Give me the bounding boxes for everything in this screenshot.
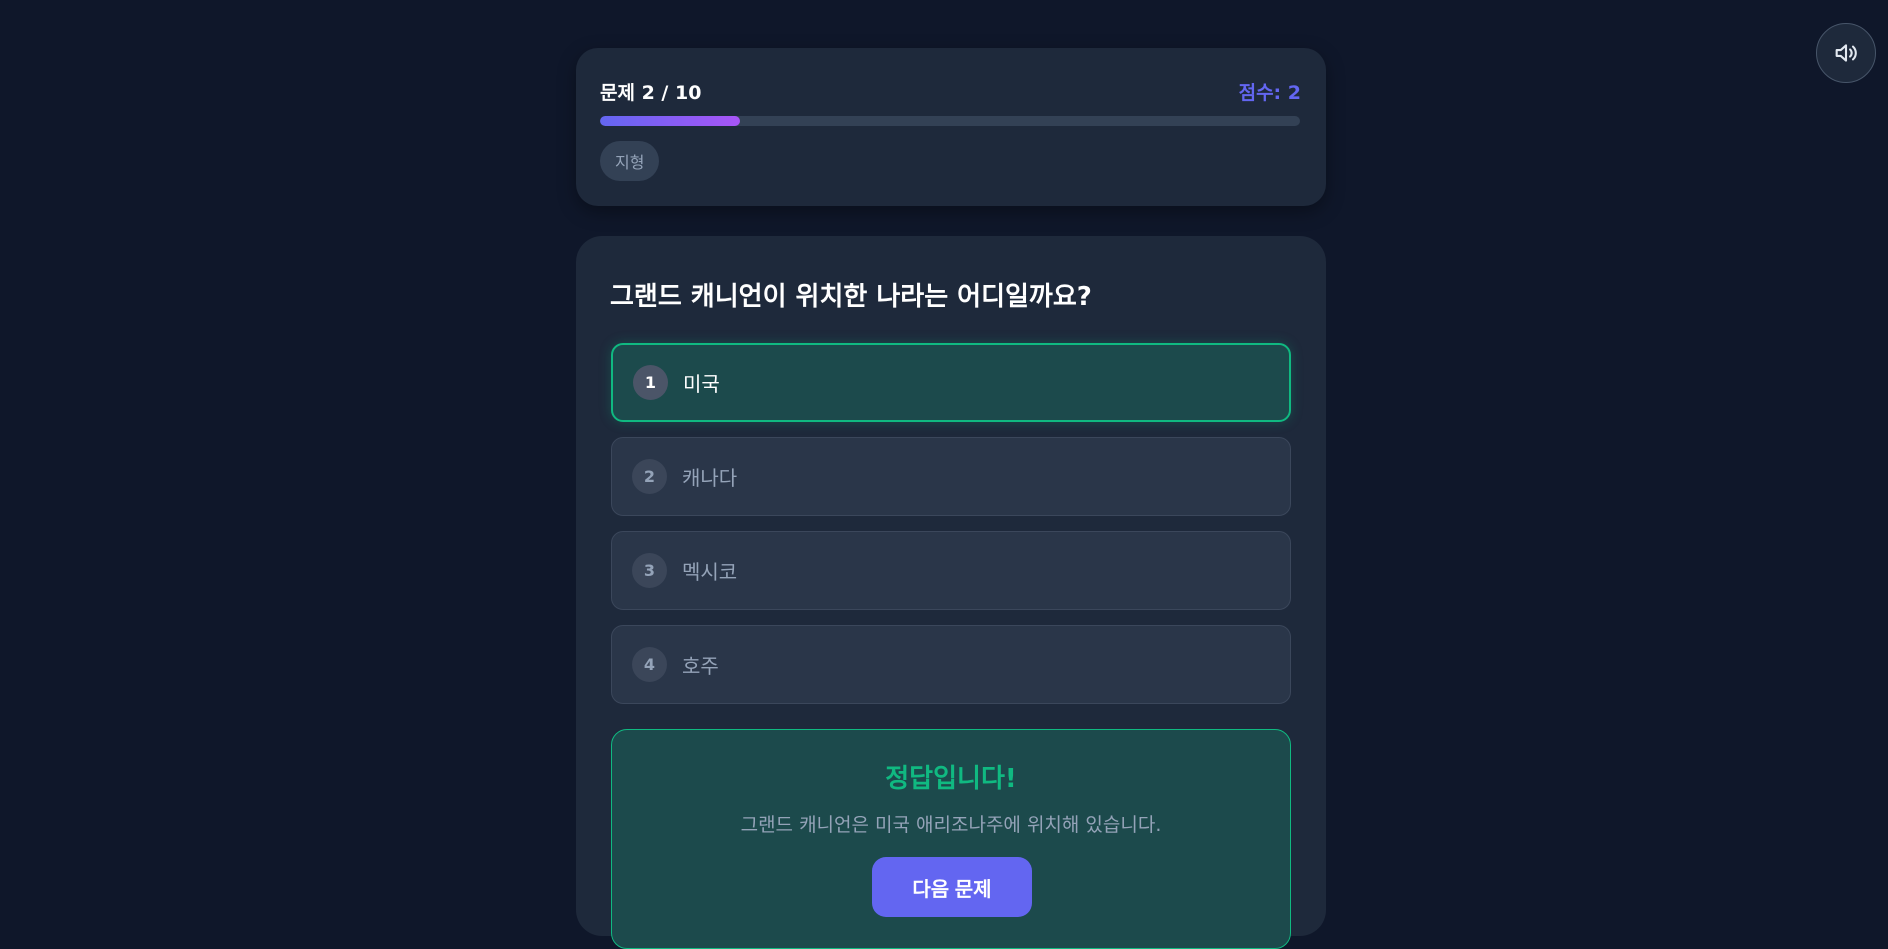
score-display: 점수: 2 [1238, 82, 1301, 104]
option-label: 멕시코 [682, 560, 738, 584]
question-counter: 문제 2 / 10 [600, 78, 701, 105]
sound-toggle-button[interactable] [1816, 23, 1876, 83]
progress-bar [600, 116, 1300, 126]
quiz-card: 그랜드 캐니언이 위치한 나라는 어디일까요? 1 미국 2 캐나다 3 멕시코… [576, 236, 1326, 949]
question-text: 그랜드 캐니언이 위치한 나라는 어디일까요? [610, 282, 1092, 312]
option-number: 2 [632, 459, 667, 494]
option-number: 4 [632, 647, 667, 682]
option-label: 호주 [682, 654, 719, 678]
answer-option-3[interactable]: 3 멕시코 [611, 531, 1291, 610]
feedback-panel: 정답입니다! 그랜드 캐니언은 미국 애리조나주에 위치해 있습니다. 다음 문… [611, 729, 1291, 949]
option-number: 3 [632, 553, 667, 588]
question-counter-value: 2 / 10 [641, 82, 702, 104]
question-counter-label: 문제 [600, 82, 635, 104]
progress-bar-fill [600, 116, 740, 126]
category-badge: 지형 [600, 141, 660, 181]
next-question-button[interactable]: 다음 문제 [872, 857, 1032, 917]
option-label: 캐나다 [682, 466, 738, 490]
feedback-explanation: 그랜드 캐니언은 미국 애리조나주에 위치해 있습니다. [740, 814, 1162, 836]
answer-option-4[interactable]: 4 호주 [611, 625, 1291, 704]
option-number: 1 [633, 365, 668, 400]
feedback-title: 정답입니다! [885, 764, 1017, 794]
quiz-header-card: 문제 2 / 10 점수: 2 지형 [576, 48, 1326, 206]
answer-option-2[interactable]: 2 캐나다 [611, 437, 1291, 516]
answer-option-1[interactable]: 1 미국 [611, 343, 1291, 422]
speaker-volume-icon [1835, 44, 1857, 62]
option-label: 미국 [683, 372, 720, 396]
